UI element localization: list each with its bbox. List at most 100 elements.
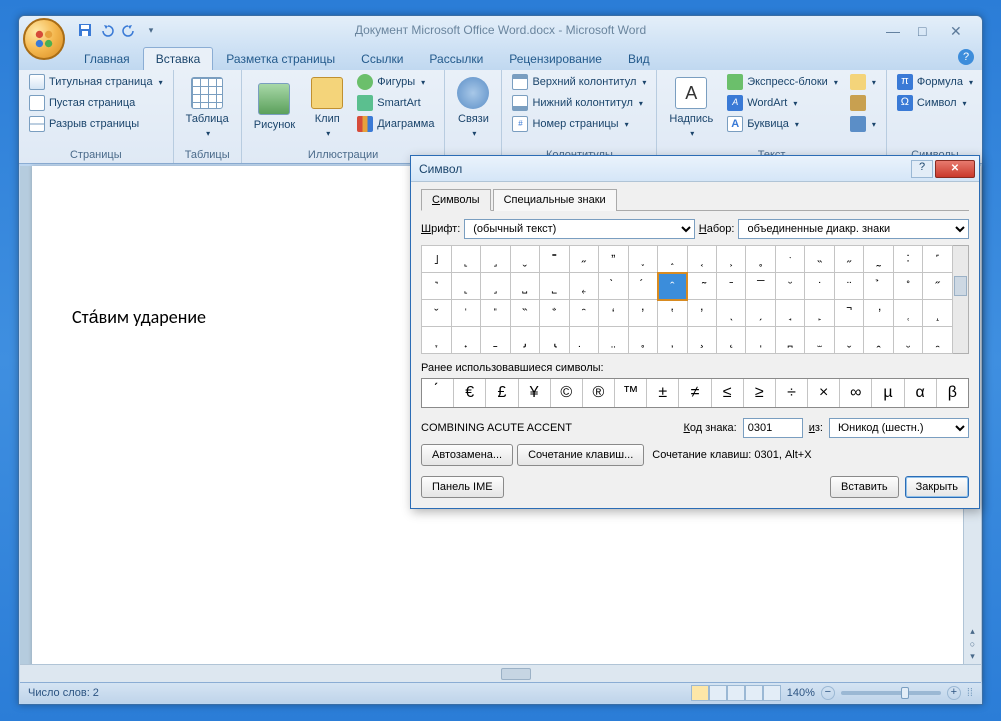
scroll-thumb[interactable] bbox=[954, 276, 967, 296]
symbol-cell[interactable]: ̗ bbox=[746, 300, 775, 327]
zoom-slider[interactable] bbox=[841, 691, 941, 695]
symbol-cell[interactable]: ̔ bbox=[658, 300, 687, 327]
symbol-cell[interactable]: ̅ bbox=[746, 273, 775, 300]
symbol-cell[interactable]: ̆ bbox=[775, 273, 804, 300]
symbol-cell[interactable]: ̃ bbox=[687, 273, 716, 300]
recent-symbol-cell[interactable]: µ bbox=[872, 379, 904, 407]
symbol-cell[interactable]: ̌ bbox=[422, 300, 452, 327]
symbol-cell[interactable]: ̂ bbox=[658, 273, 687, 300]
symbol-cell[interactable]: ˻ bbox=[451, 273, 480, 300]
recent-symbol-cell[interactable]: ™ bbox=[615, 379, 647, 407]
shapes-button[interactable]: Фигуры▾ bbox=[353, 72, 438, 92]
signature-button[interactable]: ▾ bbox=[846, 72, 880, 92]
scroll-thumb[interactable] bbox=[501, 668, 531, 680]
symbol-cell[interactable]: ̜ bbox=[893, 300, 922, 327]
symbol-cell[interactable]: ̠ bbox=[481, 327, 510, 354]
view-full-reading[interactable] bbox=[709, 685, 727, 701]
symbol-cell[interactable]: ̮ bbox=[893, 327, 922, 354]
subset-combo[interactable]: объединенные диакр. знаки bbox=[738, 219, 969, 239]
zoom-knob[interactable] bbox=[901, 687, 909, 699]
next-icon[interactable]: ▾ bbox=[970, 651, 975, 662]
zoom-out-button[interactable]: − bbox=[821, 686, 835, 700]
clip-button[interactable]: Клип▾ bbox=[305, 72, 349, 142]
dialog-help-button[interactable]: ? bbox=[911, 160, 933, 178]
wordart-button[interactable]: AWordArt▾ bbox=[723, 93, 842, 113]
tab-view[interactable]: Вид bbox=[615, 47, 663, 70]
recent-symbol-cell[interactable]: ÷ bbox=[776, 379, 808, 407]
close-button[interactable]: ✕ bbox=[950, 23, 970, 37]
symbol-cell[interactable]: ̄ bbox=[716, 273, 745, 300]
recent-symbol-cell[interactable]: × bbox=[808, 379, 840, 407]
recent-symbol-cell[interactable]: ≠ bbox=[679, 379, 711, 407]
symbol-cell[interactable]: ̝ bbox=[923, 300, 953, 327]
smartart-button[interactable]: SmartArt bbox=[353, 93, 438, 113]
links-button[interactable]: Связи▾ bbox=[451, 72, 495, 142]
tab-symbols[interactable]: Символы bbox=[421, 189, 491, 211]
page-break-button[interactable]: Разрыв страницы bbox=[25, 114, 167, 134]
symbol-cell[interactable]: ̍ bbox=[451, 300, 480, 327]
maximize-button[interactable]: □ bbox=[918, 23, 938, 37]
symbol-cell[interactable]: ˸ bbox=[893, 246, 922, 273]
symbol-cell[interactable]: ˼ bbox=[481, 273, 510, 300]
from-combo[interactable]: Юникод (шестн.) bbox=[829, 418, 969, 438]
recent-symbol-cell[interactable]: ∞ bbox=[840, 379, 872, 407]
symbol-cell[interactable]: ̒ bbox=[599, 300, 628, 327]
symbol-cell[interactable]: ˰ bbox=[658, 246, 687, 273]
symbol-cell[interactable]: ̏ bbox=[510, 300, 540, 327]
symbol-cell[interactable]: ̨ bbox=[716, 327, 745, 354]
ime-panel-button[interactable]: Панель IME bbox=[421, 476, 504, 498]
symbol-cell[interactable]: ̬ bbox=[834, 327, 863, 354]
symbol-grid-scrollbar[interactable] bbox=[953, 245, 969, 354]
symbol-cell[interactable]: ˹ bbox=[923, 246, 953, 273]
symbol-cell[interactable]: ̫ bbox=[805, 327, 834, 354]
prev-icon[interactable]: ▴ bbox=[970, 626, 975, 637]
recent-symbol-cell[interactable]: £ bbox=[486, 379, 518, 407]
symbol-grid[interactable]: ˩˻˼ˬ˭˶ˮ˯˰˱˲˳ˑ˵˶˷˸˹˺˻˼˽˾˿̀́̂̃̄̅̆̇̈̉̊̋̌̍̎̏… bbox=[421, 245, 953, 354]
symbol-cell[interactable]: ̤ bbox=[599, 327, 628, 354]
blank-page-button[interactable]: Пустая страница bbox=[25, 93, 167, 113]
symbol-cell[interactable]: ˑ bbox=[775, 246, 804, 273]
symbol-cell[interactable]: ̎ bbox=[481, 300, 510, 327]
horizontal-scrollbar[interactable] bbox=[20, 664, 981, 682]
recent-symbol-cell[interactable]: © bbox=[551, 379, 583, 407]
view-outline[interactable] bbox=[745, 685, 763, 701]
footer-button[interactable]: Нижний колонтитул▾ bbox=[508, 93, 650, 113]
symbol-cell[interactable]: ̐ bbox=[540, 300, 570, 327]
symbol-cell[interactable]: ̭ bbox=[864, 327, 893, 354]
symbol-cell[interactable]: ˷ bbox=[864, 246, 893, 273]
recent-symbol-cell[interactable]: ¥ bbox=[519, 379, 551, 407]
symbol-cell[interactable]: ˬ bbox=[510, 246, 540, 273]
symbol-cell[interactable]: ̪ bbox=[775, 327, 804, 354]
symbol-cell[interactable]: ̯ bbox=[923, 327, 953, 354]
symbol-cell[interactable]: ˿ bbox=[569, 273, 598, 300]
dialog-close-button[interactable]: ✕ bbox=[935, 160, 975, 178]
close-dialog-button[interactable]: Закрыть bbox=[905, 476, 969, 498]
insert-button[interactable]: Вставить bbox=[830, 476, 899, 498]
symbol-cell[interactable]: ̛ bbox=[864, 300, 893, 327]
symbol-cell[interactable]: ̦ bbox=[658, 327, 687, 354]
symbol-cell[interactable]: ̚ bbox=[834, 300, 863, 327]
object-button[interactable]: ▾ bbox=[846, 114, 880, 134]
dropcap-button[interactable]: AБуквица▾ bbox=[723, 114, 842, 134]
word-count[interactable]: Число слов: 2 bbox=[28, 687, 99, 699]
textbox-button[interactable]: AНадпись▾ bbox=[663, 72, 719, 142]
symbol-cell[interactable]: ̉ bbox=[864, 273, 893, 300]
symbol-cell[interactable]: ˳ bbox=[746, 246, 775, 273]
recent-symbol-cell[interactable]: ± bbox=[647, 379, 679, 407]
symbol-cell[interactable]: ̈ bbox=[834, 273, 863, 300]
symbol-cell[interactable]: ́ bbox=[628, 273, 657, 300]
symbol-cell[interactable]: ˺ bbox=[422, 273, 452, 300]
recent-symbol-cell[interactable]: € bbox=[454, 379, 486, 407]
picture-button[interactable]: Рисунок bbox=[248, 72, 302, 142]
recent-symbol-cell[interactable]: ® bbox=[583, 379, 615, 407]
save-icon[interactable] bbox=[75, 20, 95, 40]
zoom-level[interactable]: 140% bbox=[787, 687, 815, 699]
tab-review[interactable]: Рецензирование bbox=[496, 47, 615, 70]
redo-icon[interactable] bbox=[119, 20, 139, 40]
resize-grip-icon[interactable]: ⁞⁞ bbox=[967, 687, 973, 699]
symbol-cell[interactable]: ˱ bbox=[687, 246, 716, 273]
tab-pagelayout[interactable]: Разметка страницы bbox=[213, 47, 348, 70]
office-button[interactable] bbox=[23, 18, 65, 60]
tab-references[interactable]: Ссылки bbox=[348, 47, 416, 70]
qat-dropdown-icon[interactable]: ▾ bbox=[141, 20, 161, 40]
